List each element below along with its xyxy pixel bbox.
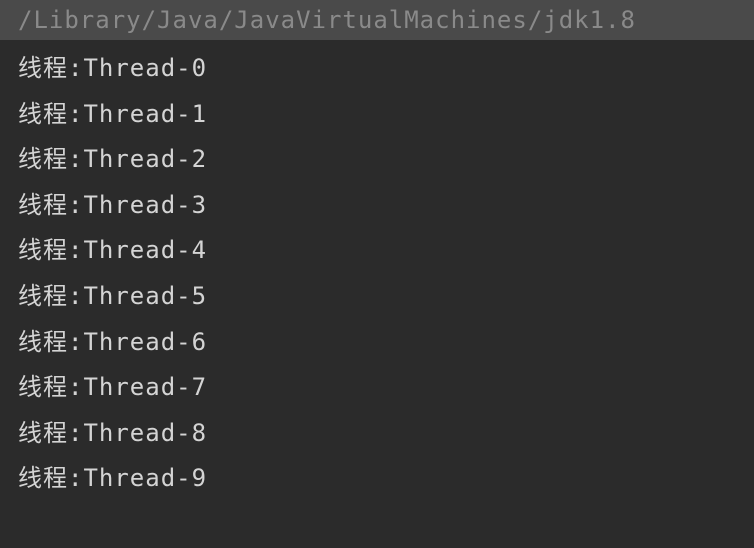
console-line: 线程:Thread-4 (18, 228, 736, 274)
console-line: 线程:Thread-7 (18, 365, 736, 411)
console-line: 线程:Thread-1 (18, 92, 736, 138)
console-output: 线程:Thread-0 线程:Thread-1 线程:Thread-2 线程:T… (0, 40, 754, 508)
console-line: 线程:Thread-3 (18, 183, 736, 229)
console-line: 线程:Thread-9 (18, 456, 736, 502)
console-line: 线程:Thread-2 (18, 137, 736, 183)
console-header-path: /Library/Java/JavaVirtualMachines/jdk1.8 (0, 0, 754, 40)
console-line: 线程:Thread-8 (18, 411, 736, 457)
console-line: 线程:Thread-6 (18, 320, 736, 366)
console-line: 线程:Thread-5 (18, 274, 736, 320)
console-line: 线程:Thread-0 (18, 46, 736, 92)
